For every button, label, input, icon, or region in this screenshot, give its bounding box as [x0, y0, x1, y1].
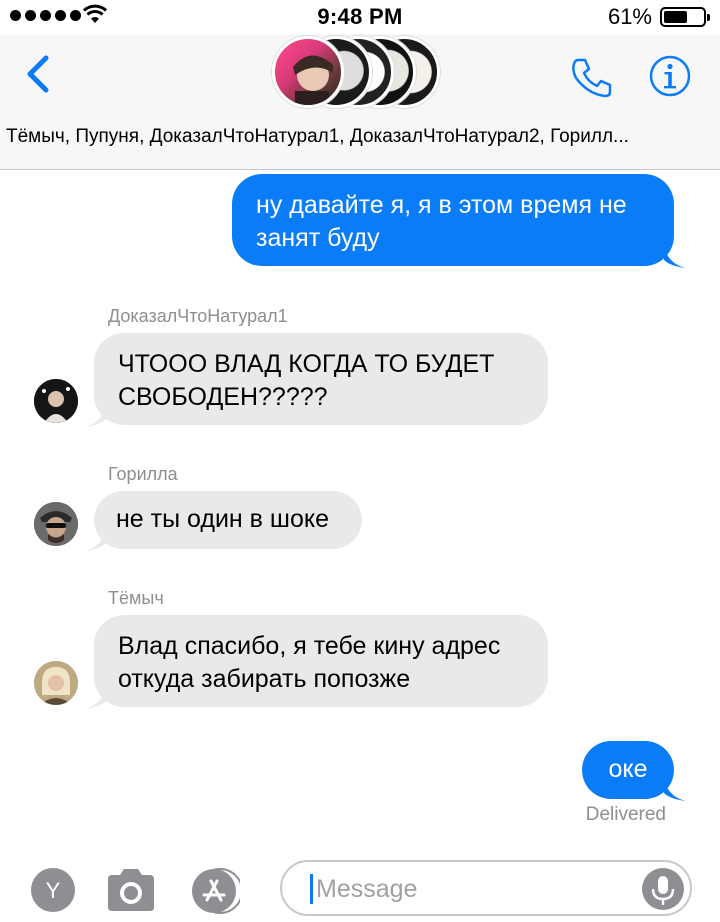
- message-bubble[interactable]: Влад спасибо, я тебе кину адрес откуда з…: [94, 615, 548, 707]
- message-bubble[interactable]: не ты один в шоке: [94, 491, 362, 549]
- sender-avatar[interactable]: [34, 502, 78, 546]
- bubble-tail: [84, 405, 106, 427]
- text-caret: [310, 874, 313, 904]
- message-incoming: ЧТООО ВЛАД КОГДА ТО БУДЕТ СВОБОДЕН?????: [84, 333, 548, 427]
- camera-icon[interactable]: [104, 867, 158, 913]
- group-members-list[interactable]: Тёмыч, Пупуня, ДоказалЧтоНатурал1, Доказ…: [0, 126, 720, 148]
- message-outgoing: оке: [582, 741, 686, 801]
- status-bar: 9:48 PM 61%: [0, 0, 720, 34]
- digital-touch-icon[interactable]: Y: [30, 867, 76, 913]
- bubble-tail: [84, 687, 106, 709]
- group-avatar-stack[interactable]: [272, 34, 452, 112]
- bubble-tail: [84, 529, 106, 551]
- sender-name: Горилла: [108, 464, 178, 484]
- message-placeholder: Message: [316, 875, 418, 903]
- bubble-tail: [664, 779, 686, 801]
- message-input[interactable]: Message: [280, 860, 692, 916]
- conversation-header: Тёмыч, Пупуня, ДоказалЧтоНатурал1, Доказ…: [0, 34, 720, 170]
- group-member-avatar: [272, 36, 344, 108]
- message-bubble[interactable]: ну давайте я, я в этом время не занят бу…: [232, 174, 674, 266]
- message-incoming: не ты один в шоке: [84, 491, 362, 551]
- battery-percentage: 61%: [607, 4, 652, 29]
- phone-icon[interactable]: [568, 54, 616, 102]
- app-store-icon[interactable]: [190, 867, 240, 917]
- sender-name: Тёмыч: [108, 588, 164, 608]
- message-incoming: Влад спасибо, я тебе кину адрес откуда з…: [84, 615, 548, 709]
- message-bubble[interactable]: оке: [582, 741, 674, 799]
- sender-avatar[interactable]: [34, 379, 78, 423]
- back-chevron-icon[interactable]: [22, 54, 54, 94]
- bubble-tail: [664, 246, 686, 268]
- message-bubble[interactable]: ЧТООО ВЛАД КОГДА ТО БУДЕТ СВОБОДЕН?????: [94, 333, 548, 425]
- battery-icon: [660, 7, 710, 27]
- svg-text:Y: Y: [46, 878, 61, 903]
- delivered-status: Delivered: [585, 804, 666, 825]
- compose-bar: Y Message: [0, 850, 720, 922]
- message-outgoing: ну давайте я, я в этом время не занят бу…: [232, 174, 686, 268]
- sender-avatar[interactable]: [34, 661, 78, 705]
- microphone-icon[interactable]: [642, 868, 684, 910]
- info-icon[interactable]: [648, 54, 692, 98]
- sender-name: ДоказалЧтоНатурал1: [108, 306, 288, 326]
